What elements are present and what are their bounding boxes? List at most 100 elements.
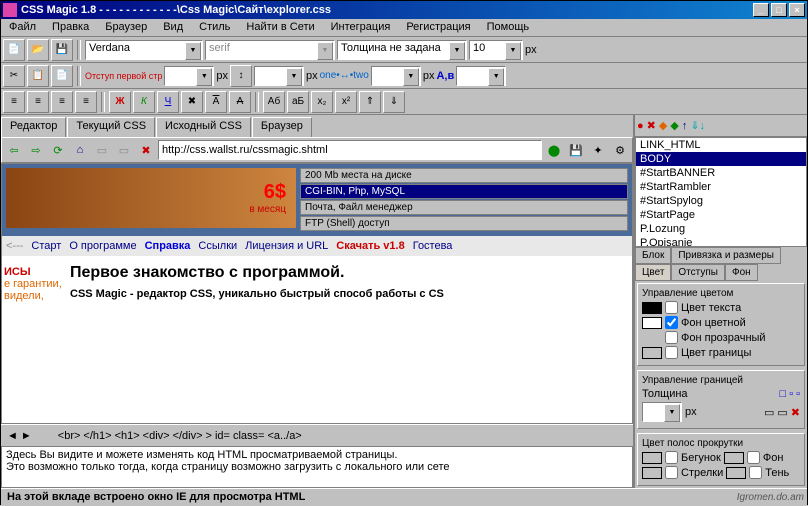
underline-icon[interactable]: Ч [157, 91, 179, 113]
subscript-icon[interactable]: x₂ [311, 91, 333, 113]
refresh-icon[interactable]: ⟳ [48, 140, 68, 160]
menu-edit[interactable]: Правка [44, 19, 97, 36]
border-style-icon[interactable]: ▭ [764, 406, 774, 419]
tag-h1-close[interactable]: </h1> [83, 430, 111, 442]
font-generic-select[interactable]: serif [205, 40, 335, 60]
bg-color-swatch[interactable] [642, 317, 662, 329]
overline-icon[interactable]: А [205, 91, 227, 113]
letterspace-icon[interactable]: А‚в [436, 70, 454, 82]
border-width-select[interactable] [642, 402, 682, 422]
tag-gt[interactable]: > [206, 430, 212, 442]
tab-source-css[interactable]: Исходный CSS [156, 117, 251, 137]
apply-icon[interactable]: ◆ [670, 119, 678, 132]
superscript-icon[interactable]: x² [335, 91, 357, 113]
size-select[interactable]: 10 [469, 40, 523, 60]
selector-item[interactable]: #StartRambler [636, 180, 806, 194]
case-upper-icon[interactable]: Аб [263, 91, 285, 113]
nav-prev[interactable]: <--- [6, 240, 23, 252]
banner-item[interactable]: CGI-BIN, Php, MySQL [300, 184, 628, 199]
attr-id[interactable]: id= [215, 430, 230, 442]
menu-help[interactable]: Помощь [479, 19, 538, 36]
window-icon[interactable]: ▭ [114, 140, 134, 160]
scroll-shadow-swatch[interactable] [726, 467, 746, 479]
prop-tab-block[interactable]: Блок [635, 247, 671, 264]
open-file-icon[interactable]: 📂 [27, 39, 49, 61]
close-button[interactable]: × [789, 3, 805, 17]
scroll-arrow-check[interactable] [665, 466, 678, 479]
cut-icon[interactable]: ✂ [3, 65, 25, 87]
border-style2-icon[interactable]: ▭ [777, 406, 787, 419]
spacing-icon[interactable]: one•↔•two [320, 70, 369, 81]
selector-item[interactable]: P.Lozung [636, 222, 806, 236]
add-icon[interactable]: ◆ [659, 119, 667, 132]
bg-transparent-check[interactable] [665, 331, 678, 344]
nav-download[interactable]: Скачать v1.8 [336, 240, 404, 252]
expand-icon[interactable]: ► [21, 430, 32, 442]
selector-item[interactable]: #StartPage [636, 208, 806, 222]
back-icon[interactable]: ⇦ [4, 140, 24, 160]
selector-item[interactable]: LINK_HTML [636, 138, 806, 152]
align-right-icon[interactable]: ≡ [51, 91, 73, 113]
line-height-icon[interactable]: ↕ [230, 65, 252, 87]
save-page-icon[interactable]: 💾 [566, 140, 586, 160]
selector-item[interactable]: BODY [636, 152, 806, 166]
tab-browser[interactable]: Браузер [252, 117, 312, 138]
spacing-select[interactable] [371, 66, 421, 86]
text-color-swatch[interactable] [642, 302, 662, 314]
go-icon[interactable]: ⬤ [544, 140, 564, 160]
paste-icon[interactable]: 📄 [51, 65, 73, 87]
lineheight-select[interactable] [254, 66, 304, 86]
nav-start[interactable]: Старт [31, 240, 61, 252]
indent-select[interactable] [164, 66, 214, 86]
scroll-thumb-check[interactable] [665, 451, 678, 464]
forward-icon[interactable]: ⇨ [26, 140, 46, 160]
scroll-thumb-swatch[interactable] [642, 452, 662, 464]
text-color-check[interactable] [665, 301, 678, 314]
tag-h1[interactable]: <h1> [115, 430, 140, 442]
expand-up-icon[interactable]: ⇑ [359, 91, 381, 113]
border-all-icon[interactable]: □ [780, 388, 787, 400]
tab-editor[interactable]: Редактор [1, 117, 66, 137]
prop-tab-margins[interactable]: Отступы [671, 264, 725, 281]
tag-div[interactable]: <div> [143, 430, 170, 442]
italic-icon[interactable]: К [133, 91, 155, 113]
menu-search[interactable]: Найти в Сети [238, 19, 322, 36]
tag-br[interactable]: <br> [58, 430, 81, 442]
border-color-check[interactable] [665, 346, 678, 359]
case-lower-icon[interactable]: аБ [287, 91, 309, 113]
border-dot-icon[interactable]: ▫ [796, 388, 800, 400]
menu-browser[interactable]: Браузер [97, 19, 155, 36]
menu-file[interactable]: Файл [1, 19, 44, 36]
page-icon[interactable]: ▭ [92, 140, 112, 160]
tools-icon[interactable]: ⚙ [610, 140, 630, 160]
border-clear-icon[interactable]: ✖ [791, 406, 800, 419]
nav-about[interactable]: О программе [69, 240, 136, 252]
scroll-arrow-swatch[interactable] [642, 467, 662, 479]
save-file-icon[interactable]: 💾 [51, 39, 73, 61]
menu-integration[interactable]: Интеграция [323, 19, 399, 36]
selector-item[interactable]: #StartSpylog [636, 194, 806, 208]
attr-class[interactable]: class= [233, 430, 265, 442]
selector-list[interactable]: LINK_HTML BODY #StartBANNER #StartRamble… [635, 137, 807, 247]
ad-banner[interactable]: 6$ в месяц [6, 168, 296, 228]
up-icon[interactable]: ↑ [682, 120, 688, 132]
home-icon[interactable]: ⌂ [70, 140, 90, 160]
align-center-icon[interactable]: ≡ [27, 91, 49, 113]
menu-view[interactable]: Вид [155, 19, 191, 36]
nav-guestbook[interactable]: Гостева [413, 240, 453, 252]
bg-color-check[interactable] [665, 316, 678, 329]
nav-license[interactable]: Лицензия и URL [245, 240, 328, 252]
banner-item[interactable]: 200 Mb места на диске [300, 168, 628, 183]
letterspace-select[interactable] [456, 66, 506, 86]
selector-item[interactable]: P.Opisanie [636, 236, 806, 247]
nav-help[interactable]: Справка [145, 240, 191, 252]
copy-icon[interactable]: 📋 [27, 65, 49, 87]
minimize-button[interactable]: _ [753, 3, 769, 17]
font-family-select[interactable]: Verdana [85, 40, 203, 60]
banner-item[interactable]: Почта, Файл менеджер [300, 200, 628, 215]
delete-icon[interactable]: ● [637, 120, 644, 132]
align-justify-icon[interactable]: ≡ [75, 91, 97, 113]
selector-item[interactable]: #StartBANNER [636, 166, 806, 180]
stop-icon[interactable]: ✖ [136, 140, 156, 160]
down-icon[interactable]: ⇓↓ [690, 119, 705, 132]
